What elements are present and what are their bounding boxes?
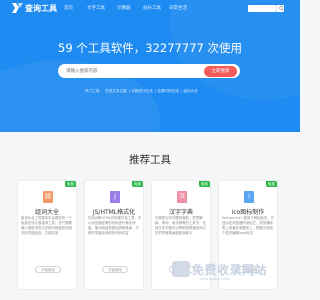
watermark-url: www.huzhan.com xyxy=(200,277,230,281)
tool-description: 在线JS和HTML代码格式化工具，可以对压缩混淆的代码进行美化排版，使代码结构更… xyxy=(88,216,142,235)
nav-item-webmaster-tools[interactable]: 站长工具 xyxy=(143,5,161,11)
watermark: 免费收录网站 www.huzhan.com xyxy=(170,260,294,282)
tool-title[interactable]: JS/HTML格式化 xyxy=(85,207,143,216)
start-button[interactable]: 开始使用 xyxy=(35,266,61,273)
tool-description: 组词大全工具是本平台提供的一个免费在线汉语组词工具，您只需要输入想组词的汉字即可… xyxy=(21,216,72,235)
hot-tools-label: 热门工具： xyxy=(85,89,103,93)
tool-card[interactable]: 免费 组 组词大全 组词大全工具是本平台提供的一个免费在线汉语组词工具，您只需要… xyxy=(17,180,77,290)
logo-icon[interactable] xyxy=(12,3,23,13)
hot-tool-link[interactable]: 字数统计在线 xyxy=(131,89,153,93)
start-button[interactable]: 开始使用 xyxy=(102,266,128,273)
nav-item-text-tools[interactable]: 文字工具 xyxy=(87,5,105,11)
tool-card[interactable]: 免费 J JS/HTML格式化 在线JS和HTML代码格式化工具，可以对压缩混淆… xyxy=(84,180,144,290)
tool-icon: J xyxy=(110,191,120,203)
hot-tool-link[interactable]: 组词大全 xyxy=(183,89,197,93)
logo-text[interactable]: 查询工具 xyxy=(25,3,57,14)
tool-icon: 组 xyxy=(43,191,53,203)
main-search-input[interactable] xyxy=(66,67,196,75)
watermark-text: 免费收录网站 xyxy=(192,263,268,277)
nav-search-input[interactable] xyxy=(248,5,276,12)
hot-tools-row: 热门工具： 在线文本去重 | 字数统计在线 | 全屏时钟在线 | 组词大全 xyxy=(85,89,198,93)
watermark-logo-icon xyxy=(172,261,190,277)
free-badge: 免费 xyxy=(65,181,76,187)
free-badge: 免费 xyxy=(132,181,143,187)
tool-description: 字典是为字词提供音韵、意思解释、例句、用法等等的工具书，在线汉字字典可以帮助您快… xyxy=(155,216,206,235)
page-headline: 59 个工具软件，32277777 次使用 xyxy=(58,41,242,55)
nav-item-calculator[interactable]: 计算器 xyxy=(117,5,131,11)
hot-tool-link[interactable]: 全屏时钟在线 xyxy=(157,89,179,93)
nav-search-button[interactable] xyxy=(276,5,284,12)
main-search-button[interactable]: 立即搜索 xyxy=(204,65,237,77)
tool-title[interactable]: ico图标制作 xyxy=(219,207,277,216)
nav-item-daily-life[interactable]: 日常生活 xyxy=(169,5,187,11)
tool-description: favicon.ico一般用于网站标志，它显示在浏览器的地址栏、浏览器标签上或者… xyxy=(222,216,275,235)
hero-banner: 查询工具 首页 文字工具 计算器 站长工具 日常生活 59 个工具软件，3227… xyxy=(0,0,300,132)
tool-icon: 汉 xyxy=(177,191,187,203)
hot-tool-link[interactable]: 在线文本去重 xyxy=(105,89,127,93)
nav-item-home[interactable]: 首页 xyxy=(64,5,73,11)
free-badge: 免费 xyxy=(266,181,277,187)
search-icon xyxy=(278,6,284,11)
tool-title[interactable]: 汉字字典 xyxy=(152,207,210,216)
tool-title[interactable]: 组词大全 xyxy=(18,207,76,216)
tool-icon: i xyxy=(244,191,254,203)
section-title: 推荐工具 xyxy=(129,154,171,166)
free-badge: 免费 xyxy=(199,181,210,187)
top-nav: 查询工具 首页 文字工具 计算器 站长工具 日常生活 xyxy=(0,0,300,16)
